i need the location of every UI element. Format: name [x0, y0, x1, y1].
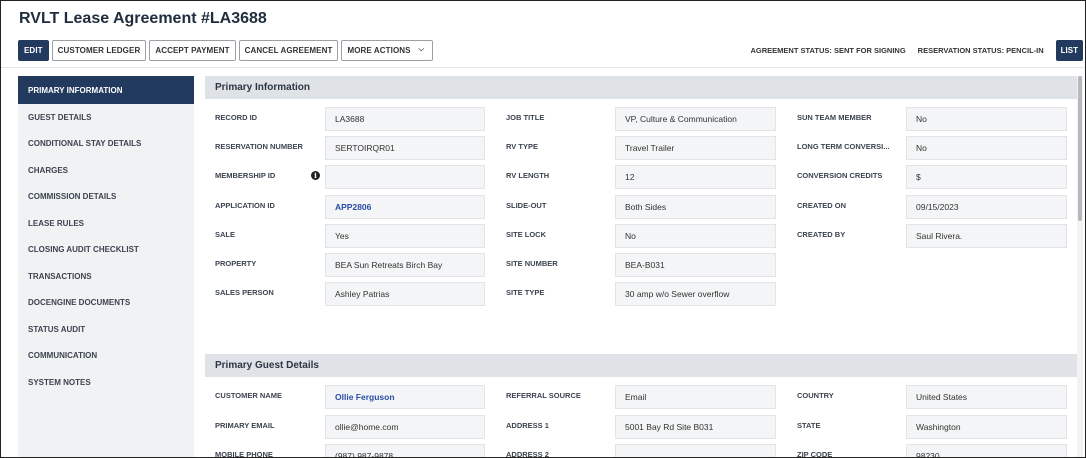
field-label: RESERVATION NUMBER: [215, 142, 303, 152]
field-label: RECORD ID: [215, 113, 258, 122]
field-label: CREATED BY: [797, 229, 846, 239]
field-value-link[interactable]: APP2806: [325, 194, 485, 219]
app-window: RVLT Lease Agreement #LA3688 EDIT CUSTOM…: [0, 0, 1086, 458]
field-label: CUSTOMER NAME: [215, 391, 282, 400]
field-value: BEA Sun Retreats Birch Bay: [325, 253, 485, 277]
sidebar-item-docengine-documents[interactable]: DOCENGINE DOCUMENTS: [18, 290, 194, 317]
section-header-primary-information: Primary Information: [205, 76, 1077, 99]
sidebar-item-transactions[interactable]: TRANSACTIONS: [18, 263, 194, 290]
field-label: SALES PERSON: [215, 288, 274, 298]
field-label: COUNTRY: [797, 391, 834, 400]
field-label: ADDRESS 1: [506, 420, 549, 430]
action-toolbar: EDIT CUSTOMER LEDGER ACCEPT PAYMENT CANC…: [18, 39, 434, 61]
field-value: LA3688: [325, 107, 485, 131]
field-value: VP, Culture & Communication: [615, 107, 776, 131]
sidebar-item-charges[interactable]: CHARGES: [18, 157, 194, 184]
field-value: (987) 987-9878: [325, 444, 485, 457]
field-value: Yes: [325, 223, 485, 248]
scrollbar-thumb[interactable]: [1078, 76, 1082, 221]
field-label: MOBILE PHONE: [215, 450, 273, 458]
field-label: SITE NUMBER: [506, 259, 558, 268]
reservation-status-badge: RESERVATION STATUS: PENCIL-IN: [917, 45, 1044, 55]
field-value: 5001 Bay Rd Site B031: [615, 414, 776, 439]
field-value: Email: [615, 385, 776, 409]
field-label: SITE LOCK: [506, 229, 547, 239]
field-label: SITE TYPE: [506, 288, 545, 298]
field-label: SALE: [215, 229, 236, 239]
field-value: No: [906, 107, 1067, 131]
list-button[interactable]: LIST: [1055, 39, 1083, 61]
sidebar-item-commission-details[interactable]: COMMISSION DETAILS: [18, 184, 194, 211]
field-label: REFERRAL SOURCE: [506, 391, 581, 400]
field-label: STATE: [797, 420, 821, 430]
field-value: 98230: [906, 444, 1067, 457]
field-value: United States: [906, 385, 1067, 409]
header-divider: [1, 67, 1085, 68]
field-label: PRIMARY EMAIL: [215, 420, 275, 430]
accept-payment-button[interactable]: ACCEPT PAYMENT: [149, 39, 236, 61]
field-value: 30 amp w/o Sewer overflow: [615, 282, 776, 307]
field-label: SUN TEAM MEMBER: [797, 113, 872, 122]
sidebar-item-conditional-stay-details[interactable]: CONDITIONAL STAY DETAILS: [18, 131, 194, 158]
field-label: PROPERTY: [215, 259, 257, 268]
field-label: MEMBERSHIP ID: [215, 171, 276, 181]
field-value: Travel Trailer: [615, 136, 776, 161]
sidebar-item-status-audit[interactable]: STATUS AUDIT: [18, 316, 194, 343]
field-label: LONG TERM CONVERSI...: [797, 142, 890, 152]
field-label: RV LENGTH: [506, 171, 550, 181]
field-value: Saul Rivera.: [906, 223, 1067, 248]
field-label: CONVERSION CREDITS: [797, 171, 883, 181]
chevron-down-icon: ⌵: [418, 46, 425, 53]
field-value: Ashley Patrias: [325, 282, 485, 307]
primary-information-grid: RECORD ID LA3688 RESERVATION NUMBER SERTOIR…: [205, 99, 1077, 354]
info-icon[interactable]: i: [311, 171, 320, 181]
more-actions-label: MORE ACTIONS: [347, 45, 411, 55]
agreement-status-badge: AGREEMENT STATUS: SENT FOR SIGNING: [750, 45, 906, 55]
field-label: ZIP CODE: [797, 450, 833, 458]
field-label: RV TYPE: [506, 142, 538, 152]
sidebar-item-primary-information[interactable]: PRIMARY INFORMATION: [18, 76, 194, 104]
page-title: RVLT Lease Agreement #LA3688: [19, 10, 267, 27]
more-actions-button[interactable]: MORE ACTIONS ⌵: [341, 39, 434, 61]
field-label: ADDRESS 2: [506, 450, 549, 458]
field-label: APPLICATION ID: [215, 200, 275, 210]
field-value: SERTOIRQR01: [325, 136, 485, 161]
sidebar-item-system-notes[interactable]: SYSTEM NOTES: [18, 369, 194, 396]
field-value: [615, 444, 776, 457]
field-value: No: [906, 136, 1067, 161]
sidebar-nav: PRIMARY INFORMATION GUEST DETAILS CONDIT…: [18, 76, 194, 457]
field-value: 09/15/2023: [906, 194, 1067, 219]
field-value: [325, 165, 485, 190]
cancel-agreement-button[interactable]: CANCEL AGREEMENT: [238, 39, 339, 61]
field-value: Both Sides: [615, 194, 776, 219]
sidebar-item-guest-details[interactable]: GUEST DETAILS: [18, 104, 194, 131]
field-value: Washington: [906, 414, 1067, 439]
section-header-primary-guest-details: Primary Guest Details: [205, 354, 1077, 377]
field-value-link[interactable]: Ollie Ferguson: [325, 385, 485, 409]
field-label: CREATED ON: [797, 200, 847, 210]
field-value: $: [906, 165, 1067, 190]
primary-guest-details-grid: CUSTOMER NAME Ollie Ferguson PRIMARY EMAIL…: [205, 377, 1077, 458]
field-value: BEA-B031: [615, 253, 776, 277]
field-label: SLIDE-OUT: [506, 200, 547, 210]
sidebar-item-lease-rules[interactable]: LEASE RULES: [18, 210, 194, 237]
field-value: ollie@home.com: [325, 414, 485, 439]
field-value: No: [615, 223, 776, 248]
main-scrollbar[interactable]: [1077, 76, 1083, 457]
sidebar-item-communication[interactable]: COMMUNICATION: [18, 343, 194, 370]
sidebar-item-closing-audit-checklist[interactable]: CLOSING AUDIT CHECKLIST: [18, 237, 194, 264]
main-content: Primary Information RECORD ID LA3688 RESER…: [205, 76, 1077, 458]
field-label: JOB TITLE: [506, 113, 545, 122]
status-area: AGREEMENT STATUS: SENT FOR SIGNING RESER…: [751, 39, 1083, 61]
field-value: 12: [615, 165, 776, 190]
edit-button[interactable]: EDIT: [18, 39, 49, 61]
customer-ledger-button[interactable]: CUSTOMER LEDGER: [51, 39, 147, 61]
